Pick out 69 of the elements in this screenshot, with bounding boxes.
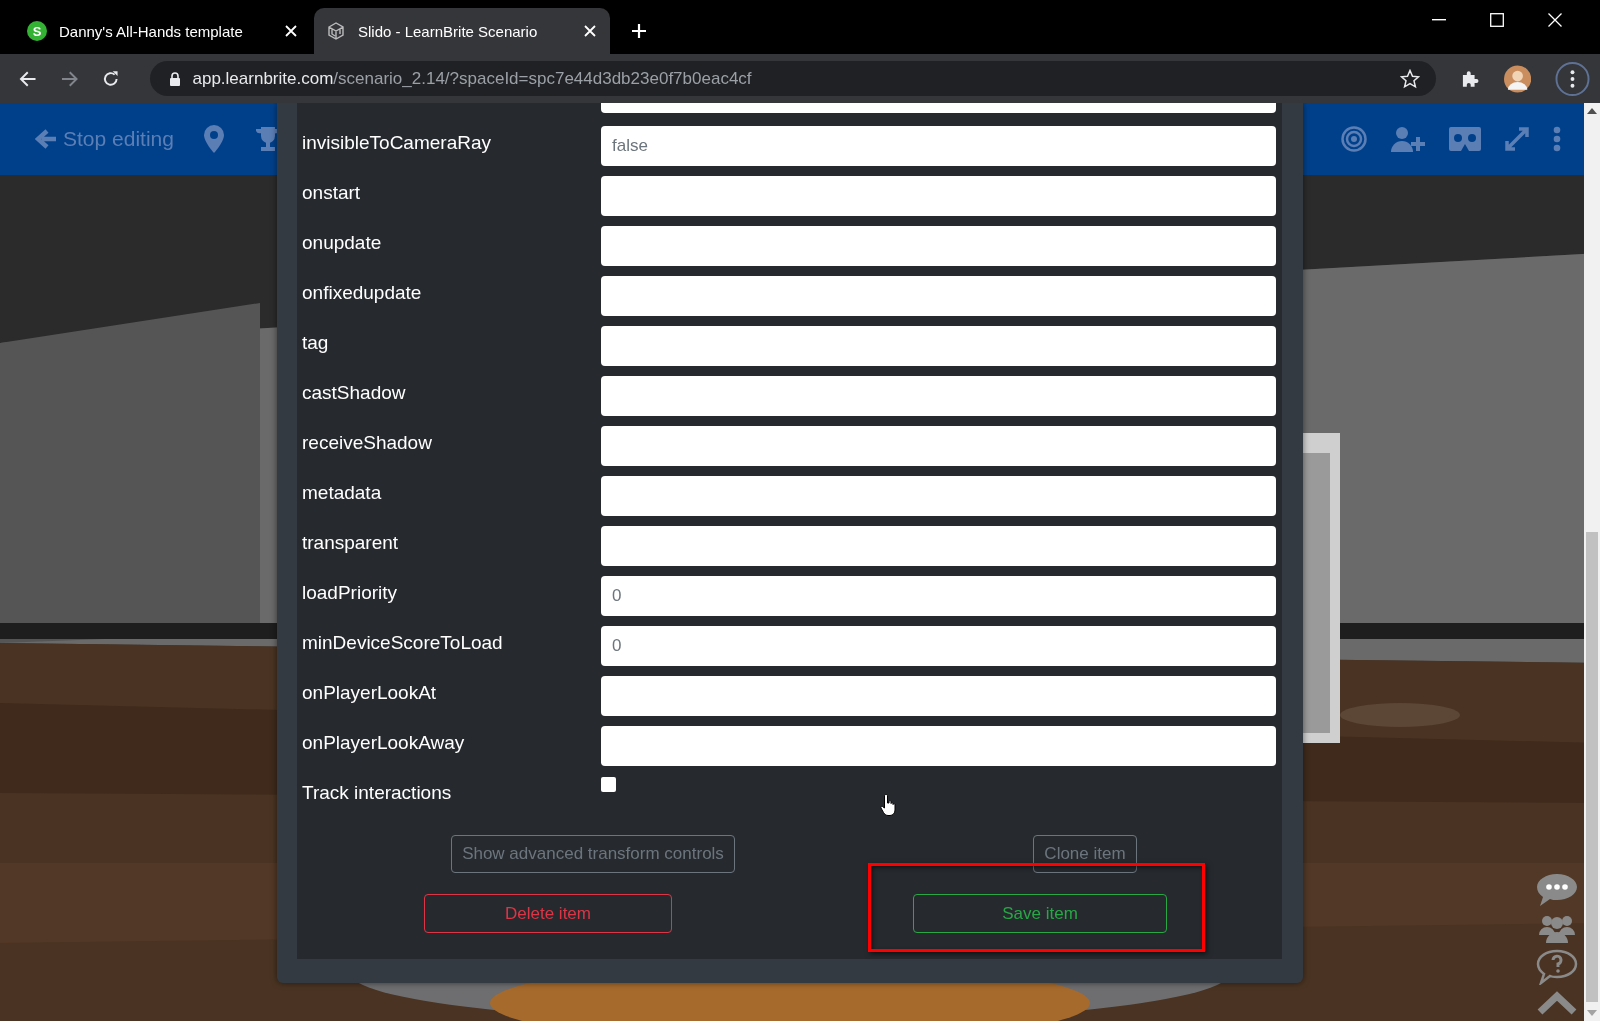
action-button[interactable]: Delete item xyxy=(424,894,672,933)
puzzle-icon[interactable] xyxy=(1460,68,1480,89)
back-icon[interactable] xyxy=(19,69,37,88)
target-icon[interactable] xyxy=(1341,126,1367,152)
lock-icon xyxy=(168,71,181,86)
field-label: Track interactions xyxy=(302,781,453,805)
field-label: onfixedupdate xyxy=(302,281,423,305)
map-pin-icon[interactable] xyxy=(203,125,224,153)
avatar-icon[interactable] xyxy=(1503,64,1532,93)
more-icon[interactable] xyxy=(1553,126,1561,152)
field-label: transparent xyxy=(302,531,400,555)
hand-cursor-icon xyxy=(880,793,898,817)
input-field[interactable] xyxy=(601,526,1276,566)
input-field[interactable] xyxy=(601,376,1276,416)
field-label: minDeviceScoreToLoad xyxy=(302,631,504,655)
scroll-down-icon[interactable] xyxy=(1587,1010,1597,1016)
scrollbar[interactable] xyxy=(1584,103,1600,1021)
input-field[interactable]: false xyxy=(601,126,1276,166)
field-label: invisibleToCameraRay xyxy=(302,131,493,155)
reload-icon[interactable] xyxy=(102,69,120,88)
close-icon[interactable] xyxy=(1548,13,1562,27)
field-label: loadPriority xyxy=(302,581,399,605)
star-icon[interactable] xyxy=(1400,68,1421,89)
action-button[interactable]: Save item xyxy=(913,894,1167,933)
input-field[interactable] xyxy=(601,103,1276,113)
input-field[interactable] xyxy=(601,176,1276,216)
chat-icon[interactable] xyxy=(1536,873,1578,907)
field-label: onstart xyxy=(302,181,362,205)
field-label: onPlayerLookAway xyxy=(302,731,466,755)
vr-headset-icon[interactable] xyxy=(1449,127,1481,151)
field-label: onPlayerLookAt xyxy=(302,681,438,705)
browser-tab[interactable]: Slido - LearnBrite Scenario xyxy=(314,8,610,54)
input-field[interactable] xyxy=(601,476,1276,516)
maximize-icon[interactable] xyxy=(1490,13,1504,27)
input-field[interactable] xyxy=(601,426,1276,466)
cube-icon xyxy=(326,21,346,41)
expand-icon[interactable] xyxy=(1505,127,1529,151)
minimize-icon[interactable] xyxy=(1432,19,1446,21)
forward-icon[interactable] xyxy=(60,69,78,88)
action-button[interactable]: Clone item xyxy=(1033,835,1137,873)
url-text: app.learnbrite.com/scenario_2.14/?spaceId=spc7e44d3db23e0f7b0eac4cf xyxy=(192,68,753,89)
checkbox[interactable] xyxy=(601,777,616,792)
input-field[interactable]: 0 xyxy=(601,576,1276,616)
input-field[interactable] xyxy=(601,276,1276,316)
favicon-icon: S xyxy=(27,21,47,41)
input-field[interactable] xyxy=(601,326,1276,366)
input-field[interactable] xyxy=(601,226,1276,266)
field-label: metadata xyxy=(302,481,383,505)
group-icon[interactable] xyxy=(1539,913,1575,943)
field-label: tag xyxy=(302,331,330,355)
input-field[interactable] xyxy=(601,676,1276,716)
action-button[interactable]: Show advanced transform controls xyxy=(451,835,735,873)
browser-tab[interactable]: S Danny's All-Hands template xyxy=(15,8,311,54)
close-icon[interactable] xyxy=(285,25,297,37)
help-icon[interactable] xyxy=(1536,949,1578,985)
arrow-left-icon xyxy=(35,128,57,150)
new-tab-icon[interactable] xyxy=(631,23,647,39)
scroll-up-icon[interactable] xyxy=(1587,108,1597,114)
input-field[interactable] xyxy=(601,726,1276,766)
menu-icon[interactable] xyxy=(1555,60,1590,97)
stop-editing-button[interactable]: Stop editing xyxy=(35,127,174,151)
address-bar[interactable]: app.learnbrite.com/scenario_2.14/?spaceId=spc7e44d3db23e0f7b0eac4cf xyxy=(149,61,1437,96)
input-field[interactable]: 0 xyxy=(601,626,1276,666)
field-label: onupdate xyxy=(302,231,383,255)
close-icon[interactable] xyxy=(584,25,596,37)
add-user-icon[interactable] xyxy=(1391,126,1425,152)
chevron-up-icon[interactable] xyxy=(1537,991,1577,1015)
field-label: castShadow xyxy=(302,381,407,405)
field-label: receiveShadow xyxy=(302,431,433,455)
